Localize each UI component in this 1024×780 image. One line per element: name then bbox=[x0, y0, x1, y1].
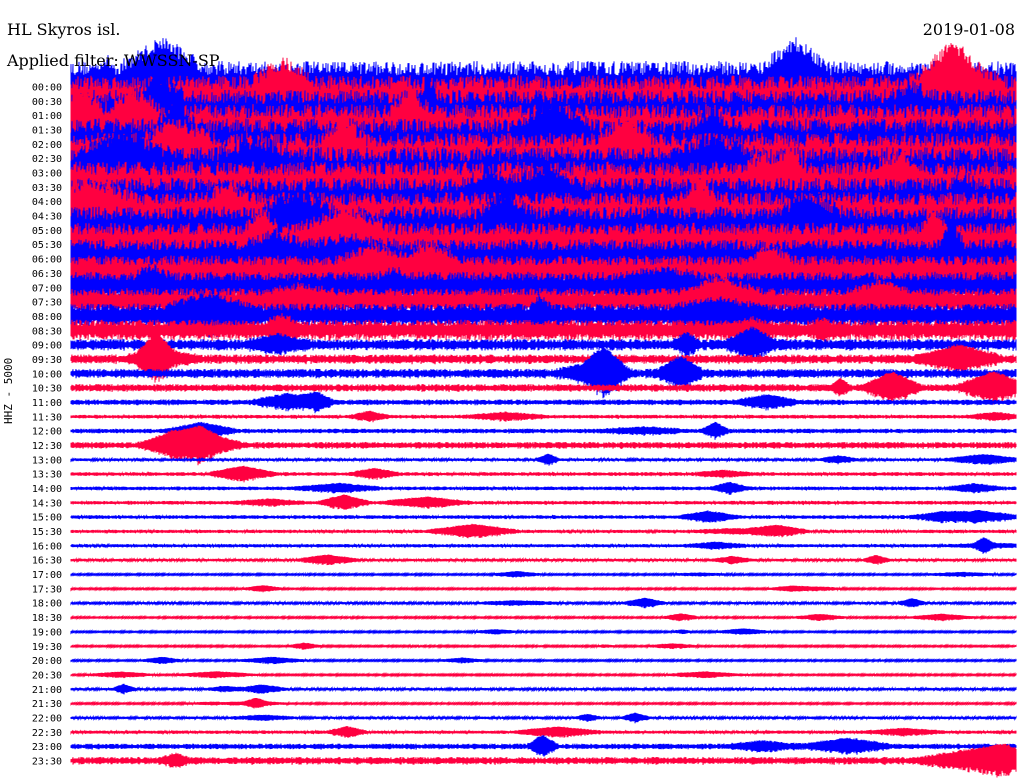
time-tick-label: 05:00 bbox=[32, 226, 62, 237]
trace-row-2100 bbox=[70, 683, 1017, 695]
time-tick-label: 14:30 bbox=[32, 498, 62, 509]
filter-label: Applied filter: WWSSN-SP bbox=[7, 51, 220, 70]
trace-row-1800 bbox=[70, 597, 1017, 609]
time-tick-label: 07:30 bbox=[32, 298, 62, 309]
time-tick-label: 06:30 bbox=[32, 269, 62, 280]
time-tick-label: 20:30 bbox=[32, 670, 62, 681]
time-tick-label: 15:30 bbox=[32, 527, 62, 538]
time-tick-label: 10:30 bbox=[32, 384, 62, 395]
time-tick-label: 08:00 bbox=[32, 312, 62, 323]
channel-label: HHZ - 5000 bbox=[2, 357, 15, 424]
trace-row-1730 bbox=[70, 585, 1017, 593]
time-tick-label: 09:00 bbox=[32, 341, 62, 352]
time-tick-label: 00:30 bbox=[32, 97, 62, 108]
time-tick-label: 13:30 bbox=[32, 470, 62, 481]
time-tick-label: 06:00 bbox=[32, 255, 62, 266]
trace-row-1700 bbox=[70, 571, 1017, 578]
time-tick-label: 14:00 bbox=[32, 484, 62, 495]
trace-row-2200 bbox=[70, 712, 1017, 724]
time-tick-label: 00:00 bbox=[32, 83, 62, 94]
time-tick-label: 02:00 bbox=[32, 140, 62, 151]
time-tick-label: 13:00 bbox=[32, 455, 62, 466]
time-tick-label: 18:30 bbox=[32, 613, 62, 624]
time-tick-label: 09:30 bbox=[32, 355, 62, 366]
trace-row-1300 bbox=[70, 453, 1017, 466]
time-tick-label: 07:00 bbox=[32, 283, 62, 294]
trace-row-1630 bbox=[70, 554, 1017, 566]
time-tick-label: 01:30 bbox=[32, 126, 62, 137]
time-tick-label: 05:30 bbox=[32, 240, 62, 251]
time-tick-label: 11:30 bbox=[32, 412, 62, 423]
time-tick-label: 17:00 bbox=[32, 570, 62, 581]
trace-row-2030 bbox=[70, 671, 1017, 679]
time-tick-label: 08:30 bbox=[32, 326, 62, 337]
trace-row-1930 bbox=[70, 642, 1017, 650]
time-tick-label: 23:30 bbox=[32, 756, 62, 767]
trace-row-2300 bbox=[70, 735, 1017, 757]
time-tick-label: 15:00 bbox=[32, 513, 62, 524]
time-tick-label: 10:00 bbox=[32, 369, 62, 380]
time-tick-label: 16:00 bbox=[32, 541, 62, 552]
time-tick-label: 12:30 bbox=[32, 441, 62, 452]
time-tick-label: 22:00 bbox=[32, 713, 62, 724]
time-tick-label: 22:30 bbox=[32, 728, 62, 739]
time-tick-label: 04:30 bbox=[32, 212, 62, 223]
time-tick-label: 04:00 bbox=[32, 197, 62, 208]
trace-row-1500 bbox=[70, 509, 1017, 524]
time-tick-label: 19:30 bbox=[32, 642, 62, 653]
helicorder-plot: 00:00 00:30 01:00 01:30 02:00 02:30 03:00 03:30… bbox=[32, 37, 1017, 778]
time-tick-label: 02:30 bbox=[32, 154, 62, 165]
trace-row-1600 bbox=[70, 537, 1017, 554]
time-tick-label: 03:00 bbox=[32, 169, 62, 180]
time-tick-label: 12:00 bbox=[32, 427, 62, 438]
trace-row-1400 bbox=[70, 481, 1017, 496]
time-tick-label: 21:30 bbox=[32, 699, 62, 710]
time-tick-label: 16:30 bbox=[32, 556, 62, 567]
trace-row-1900 bbox=[70, 628, 1017, 635]
time-tick-label: 03:30 bbox=[32, 183, 62, 194]
time-tick-label: 19:00 bbox=[32, 627, 62, 638]
trace-row-1130 bbox=[70, 410, 1017, 423]
time-tick-label: 17:30 bbox=[32, 584, 62, 595]
trace-row-2000 bbox=[70, 656, 1017, 665]
trace-row-2130 bbox=[70, 697, 1017, 709]
trace-row-1530 bbox=[70, 523, 1017, 539]
time-tick-label: 21:00 bbox=[32, 685, 62, 696]
time-tick-label: 20:00 bbox=[32, 656, 62, 667]
trace-row-1330 bbox=[70, 465, 1017, 483]
trace-row-1430 bbox=[70, 494, 1017, 510]
trace-row-1100 bbox=[70, 391, 1017, 414]
trace-row-1830 bbox=[70, 613, 1017, 622]
time-tick-label: 01:00 bbox=[32, 111, 62, 122]
time-tick-label: 11:00 bbox=[32, 398, 62, 409]
time-tick-label: 18:00 bbox=[32, 599, 62, 610]
time-tick-label: 23:00 bbox=[32, 742, 62, 753]
